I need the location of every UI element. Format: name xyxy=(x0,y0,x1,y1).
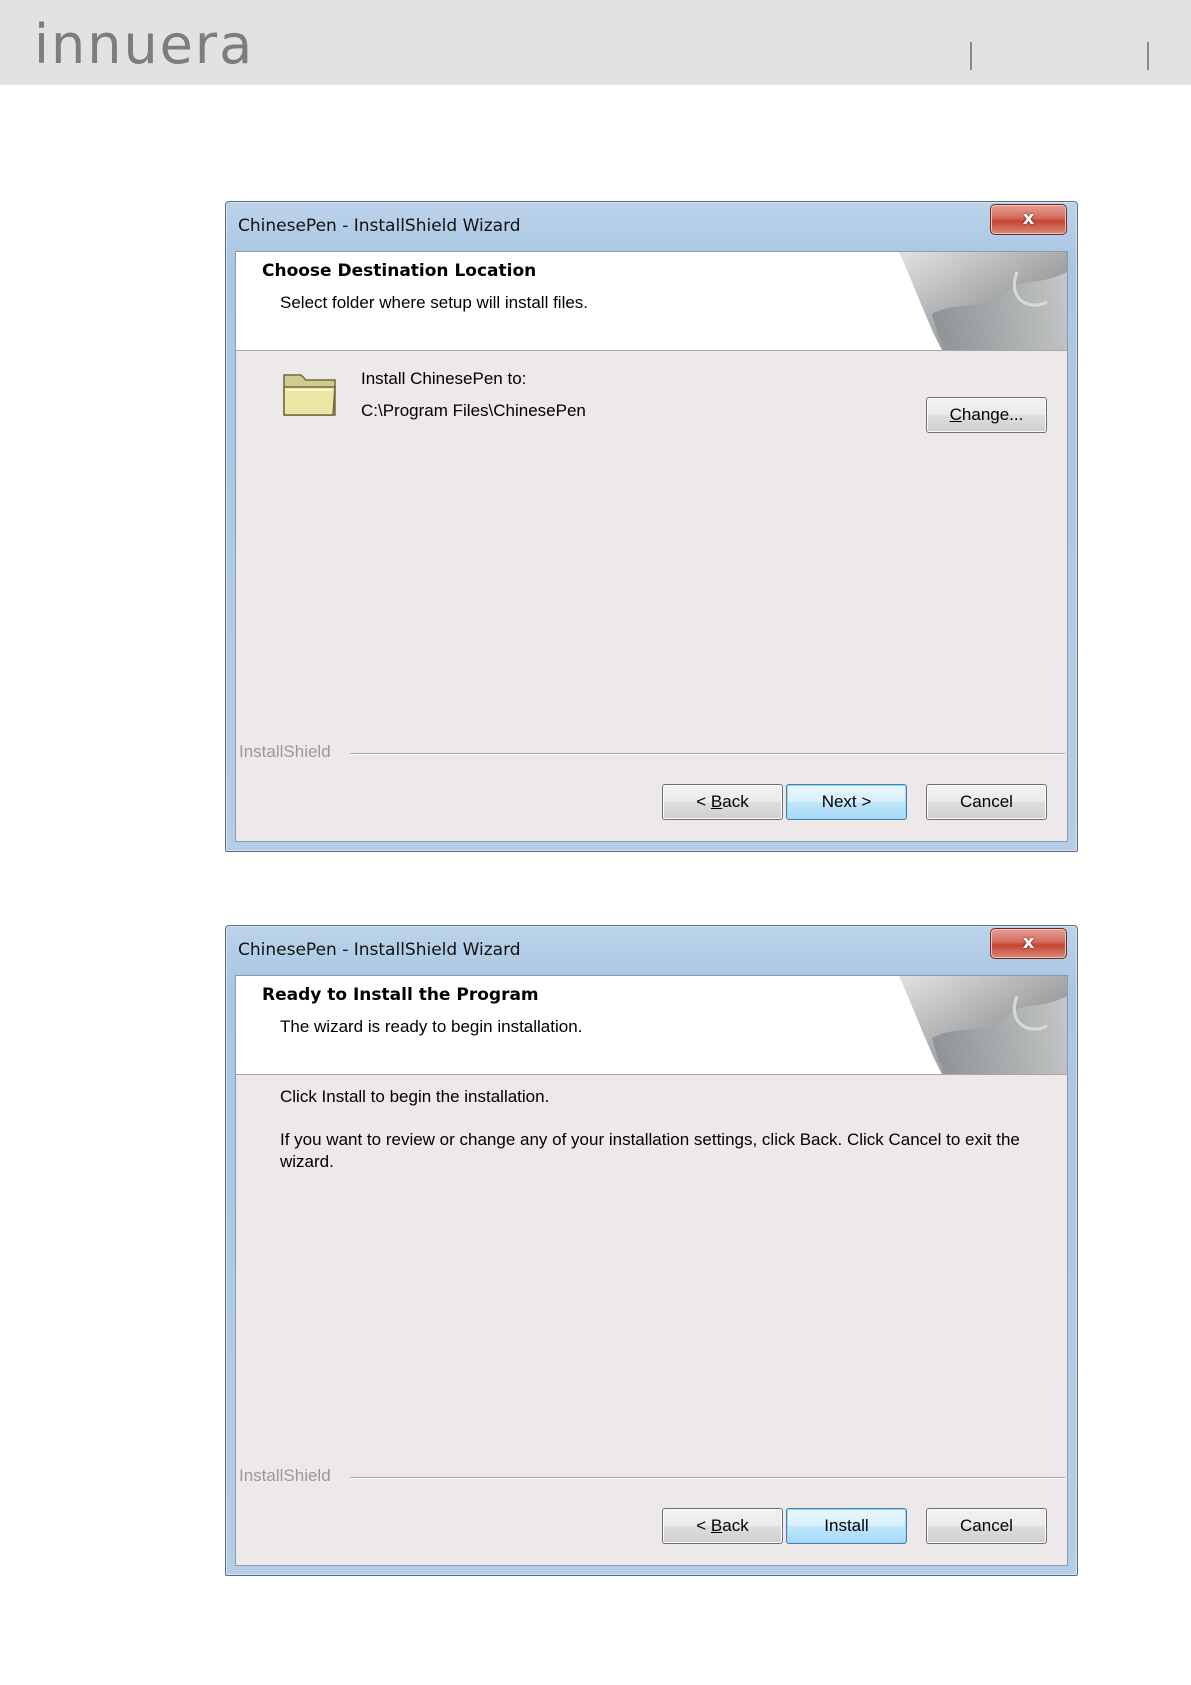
separator xyxy=(350,753,1065,755)
window-title: ChinesePen - InstallShield Wizard xyxy=(238,216,521,236)
back-label: ack xyxy=(722,792,749,811)
window-title: ChinesePen - InstallShield Wizard xyxy=(238,940,521,960)
installshield-label: InstallShield xyxy=(239,1466,331,1485)
back-label: ack xyxy=(722,1516,749,1535)
wizard-banner: Ready to Install the Program The wizard … xyxy=(236,976,1067,1075)
header-divider xyxy=(970,42,972,70)
wizard-banner: Choose Destination Location Select folde… xyxy=(236,252,1067,351)
close-icon: x xyxy=(1022,208,1035,229)
instruction-text: Click Install to begin the installation. xyxy=(280,1087,550,1106)
page-curl-graphic xyxy=(899,252,1067,350)
change-button[interactable]: Change... xyxy=(926,397,1047,433)
banner-subtitle: The wizard is ready to begin installatio… xyxy=(280,1017,583,1036)
close-button[interactable]: x xyxy=(990,204,1067,235)
dialog-client-area: Ready to Install the Program The wizard … xyxy=(235,975,1068,1566)
install-path: C:\Program Files\ChinesePen xyxy=(361,401,586,420)
back-button[interactable]: < Back xyxy=(662,1508,783,1544)
close-button[interactable]: x xyxy=(990,928,1067,959)
banner-title: Ready to Install the Program xyxy=(262,985,539,1005)
back-prefix: < xyxy=(696,1516,711,1535)
separator xyxy=(350,1477,1065,1479)
install-to-label: Install ChinesePen to: xyxy=(361,369,527,388)
installshield-label: InstallShield xyxy=(239,742,331,761)
installshield-dialog-ready: ChinesePen - InstallShield Wizard x Read… xyxy=(225,925,1078,1576)
back-prefix: < xyxy=(696,792,711,811)
banner-subtitle: Select folder where setup will install f… xyxy=(280,293,589,312)
change-mnemonic: C xyxy=(949,405,962,424)
cancel-button[interactable]: Cancel xyxy=(926,784,1047,820)
back-mnemonic: B xyxy=(710,792,723,811)
brand-logo: innuera xyxy=(34,13,255,76)
cancel-button[interactable]: Cancel xyxy=(926,1508,1047,1544)
back-mnemonic: B xyxy=(710,1516,723,1535)
next-button[interactable]: Next > xyxy=(786,784,907,820)
page-curl-graphic xyxy=(899,976,1067,1074)
dialog-client-area: Choose Destination Location Select folde… xyxy=(235,251,1068,842)
review-settings-text: If you want to review or change any of y… xyxy=(280,1130,1020,1171)
banner-title: Choose Destination Location xyxy=(262,261,537,281)
header-divider xyxy=(1147,42,1149,70)
install-button[interactable]: Install xyxy=(786,1508,907,1544)
back-button[interactable]: < Back xyxy=(662,784,783,820)
change-label: hange... xyxy=(961,405,1024,424)
page-header: innuera xyxy=(0,0,1191,85)
installshield-dialog-destination: ChinesePen - InstallShield Wizard x Choo… xyxy=(225,201,1078,852)
close-icon: x xyxy=(1022,932,1035,953)
folder-icon xyxy=(283,374,336,416)
